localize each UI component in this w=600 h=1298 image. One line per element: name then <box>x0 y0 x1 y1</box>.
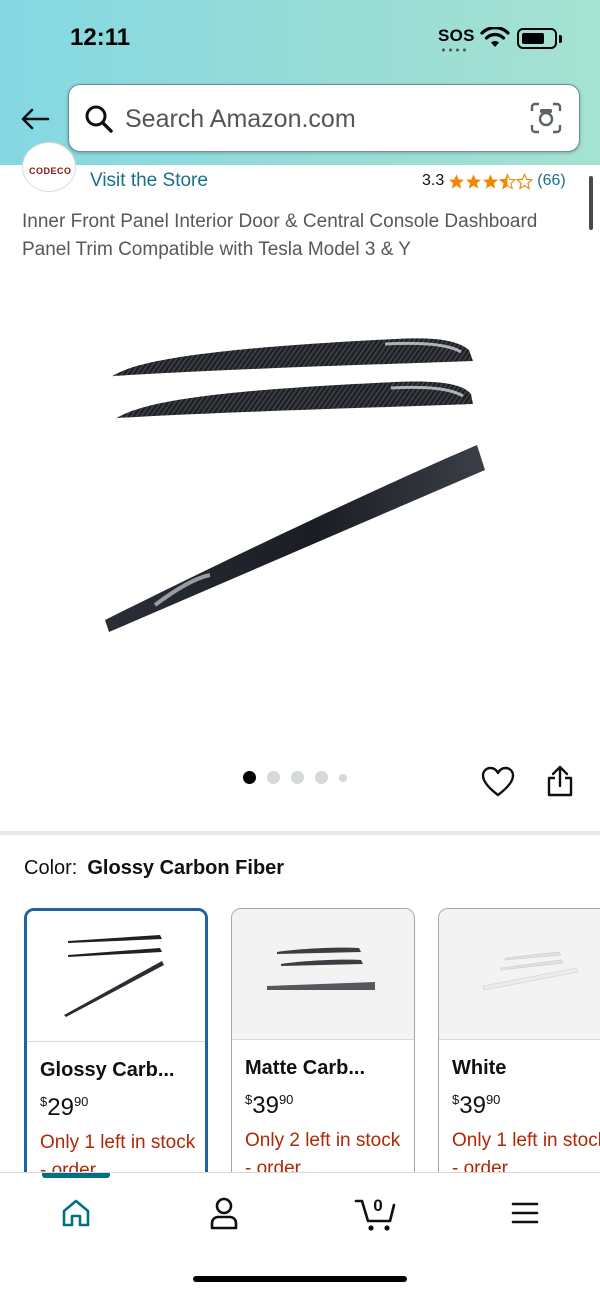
variant-thumbnail <box>232 909 414 1040</box>
cart-count: 0 <box>373 1196 382 1215</box>
star-empty-icon <box>516 172 534 190</box>
status-time: 12:11 <box>70 24 131 51</box>
camera-lens-icon[interactable] <box>529 101 563 135</box>
star-full-icon <box>449 173 465 189</box>
app-header: 12:11 SOS <box>0 0 600 165</box>
variant-name: Glossy Carb... <box>40 1059 175 1081</box>
brand-logo-text: CODECO <box>29 166 72 176</box>
cart-icon: 0 <box>354 1196 396 1231</box>
carousel-dot[interactable] <box>339 773 347 782</box>
rating-count-link[interactable]: (66) <box>537 172 565 190</box>
brand-logo[interactable]: CODECO <box>22 142 76 192</box>
battery-tip <box>559 35 562 43</box>
carousel-dot[interactable] <box>315 771 328 784</box>
home-icon <box>62 1199 90 1227</box>
arrow-left-icon <box>21 108 50 130</box>
nav-home[interactable] <box>46 1191 106 1235</box>
image-carousel-dots[interactable] <box>243 771 347 784</box>
color-selector-label: Color: Glossy Carbon Fiber <box>24 857 284 880</box>
variant-price: $3990 <box>245 1092 294 1119</box>
variant-image-white <box>482 951 579 991</box>
selected-color: Glossy Carbon Fiber <box>87 857 285 879</box>
visit-store-link[interactable]: Visit the Store <box>90 170 208 192</box>
rating-summary[interactable]: 3.3 (66) <box>422 172 566 190</box>
variant-image-glossy <box>64 935 164 1017</box>
back-button[interactable] <box>16 100 54 138</box>
nav-account[interactable] <box>194 1191 254 1235</box>
sos-indicator: SOS <box>438 26 475 45</box>
color-label: Color: <box>24 857 78 879</box>
variant-image-matte <box>267 947 375 990</box>
wifi-icon <box>480 27 510 47</box>
variant-thumbnail <box>439 909 600 1040</box>
nav-menu[interactable] <box>495 1191 555 1235</box>
nav-cart[interactable]: 0 <box>346 1191 406 1235</box>
battery-icon <box>517 28 557 49</box>
scrollbar[interactable] <box>589 176 593 230</box>
active-tab-indicator <box>42 1173 110 1178</box>
variant-card-glossy[interactable]: Glossy Carb... $2990 Only 1 left in stoc… <box>24 908 208 1188</box>
star-rating <box>448 172 534 190</box>
variant-name: Matte Carb... <box>245 1057 366 1079</box>
product-image[interactable] <box>95 320 495 650</box>
star-half-icon <box>499 172 517 190</box>
search-input[interactable] <box>125 99 525 139</box>
section-divider <box>0 831 600 835</box>
heart-icon[interactable] <box>481 766 515 798</box>
share-icon[interactable] <box>546 764 574 798</box>
search-icon <box>85 105 113 133</box>
variant-card-matte[interactable]: Matte Carb... $3990 Only 2 left in stock… <box>231 908 415 1188</box>
person-icon <box>210 1197 238 1230</box>
carousel-dot[interactable] <box>243 771 256 784</box>
variant-card-white[interactable]: White $3990 Only 1 left in stock - order… <box>438 908 600 1188</box>
star-full-icon <box>466 173 482 189</box>
carousel-dot[interactable] <box>267 771 280 784</box>
rating-value: 3.3 <box>422 172 445 189</box>
home-indicator[interactable] <box>193 1276 407 1282</box>
variant-price: $2990 <box>40 1094 89 1121</box>
product-title: Inner Front Panel Interior Door & Centra… <box>22 211 538 260</box>
signal-dots-icon <box>440 48 470 52</box>
variant-price: $3990 <box>452 1092 501 1119</box>
variant-name: White <box>452 1057 507 1079</box>
search-bar[interactable] <box>68 84 580 152</box>
variant-thumbnail <box>27 911 205 1042</box>
variant-list: Glossy Carb... $2990 Only 1 left in stoc… <box>24 908 600 1188</box>
star-full-icon <box>483 173 499 189</box>
hamburger-menu-icon <box>511 1202 539 1224</box>
carousel-dot[interactable] <box>291 771 304 784</box>
